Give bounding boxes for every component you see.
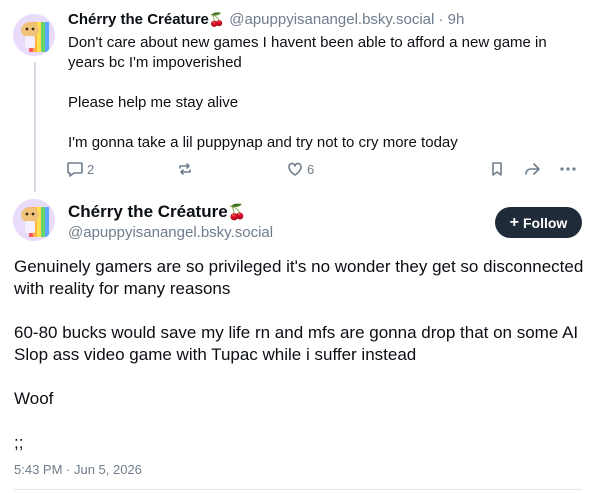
post-paragraph: Woof bbox=[14, 389, 54, 408]
plus-icon: + bbox=[509, 213, 519, 231]
post-line: Please help me stay alive bbox=[68, 94, 239, 111]
follow-button[interactable]: + Follow bbox=[495, 207, 582, 238]
share-button[interactable] bbox=[522, 160, 542, 178]
avatar[interactable] bbox=[13, 14, 55, 56]
share-icon bbox=[522, 160, 542, 178]
author-name-row: Chérry the Créature🍒 bbox=[68, 201, 246, 224]
repost-button[interactable] bbox=[176, 160, 194, 178]
post-line: I'm gonna take a lil puppynap and try no… bbox=[68, 134, 458, 151]
post-paragraph: ;; bbox=[14, 433, 24, 452]
post-paragraph: Genuinely gamers are so privileged it's … bbox=[14, 257, 584, 298]
author-handle[interactable]: @apuppyisanangel.bsky.social bbox=[229, 11, 434, 28]
parent-post-header: Chérry the Créature🍒 @apuppyisanangel.bs… bbox=[68, 10, 464, 30]
main-post-text: Genuinely gamers are so privileged it's … bbox=[14, 256, 584, 454]
post-paragraph: 60-80 bucks would save my life rn and mf… bbox=[14, 323, 579, 364]
repost-icon bbox=[176, 160, 194, 178]
avatar[interactable] bbox=[13, 199, 55, 241]
follow-label: Follow bbox=[523, 214, 568, 231]
like-icon bbox=[286, 160, 304, 178]
more-icon bbox=[558, 160, 578, 178]
more-options-button[interactable] bbox=[558, 160, 578, 178]
bookmark-icon bbox=[488, 160, 506, 178]
reply-button[interactable]: 2 bbox=[66, 160, 94, 178]
cherry-emoji: 🍒 bbox=[208, 12, 226, 27]
post-line: Don't care about new games I havent been… bbox=[68, 34, 547, 71]
like-count: 6 bbox=[307, 161, 315, 177]
reply-icon bbox=[66, 160, 84, 178]
post-time[interactable]: 9h bbox=[448, 11, 465, 28]
post-actions: 2 6 bbox=[66, 160, 581, 182]
like-button[interactable]: 6 bbox=[286, 160, 314, 178]
reply-count: 2 bbox=[87, 161, 95, 177]
author-name[interactable]: Chérry the Créature bbox=[68, 11, 209, 28]
post-timestamp[interactable]: 5:43 PM · Jun 5, 2026 bbox=[14, 462, 142, 477]
meta-separator: · bbox=[438, 11, 444, 28]
author-name[interactable]: Chérry the Créature bbox=[68, 202, 228, 221]
parent-post-text: Don't care about new games I havent been… bbox=[68, 33, 578, 153]
thread-line bbox=[34, 62, 36, 192]
bookmark-button[interactable] bbox=[488, 160, 506, 178]
cherry-emoji: 🍒 bbox=[227, 204, 247, 221]
divider bbox=[14, 489, 582, 490]
author-handle[interactable]: @apuppyisanangel.bsky.social bbox=[68, 223, 273, 243]
